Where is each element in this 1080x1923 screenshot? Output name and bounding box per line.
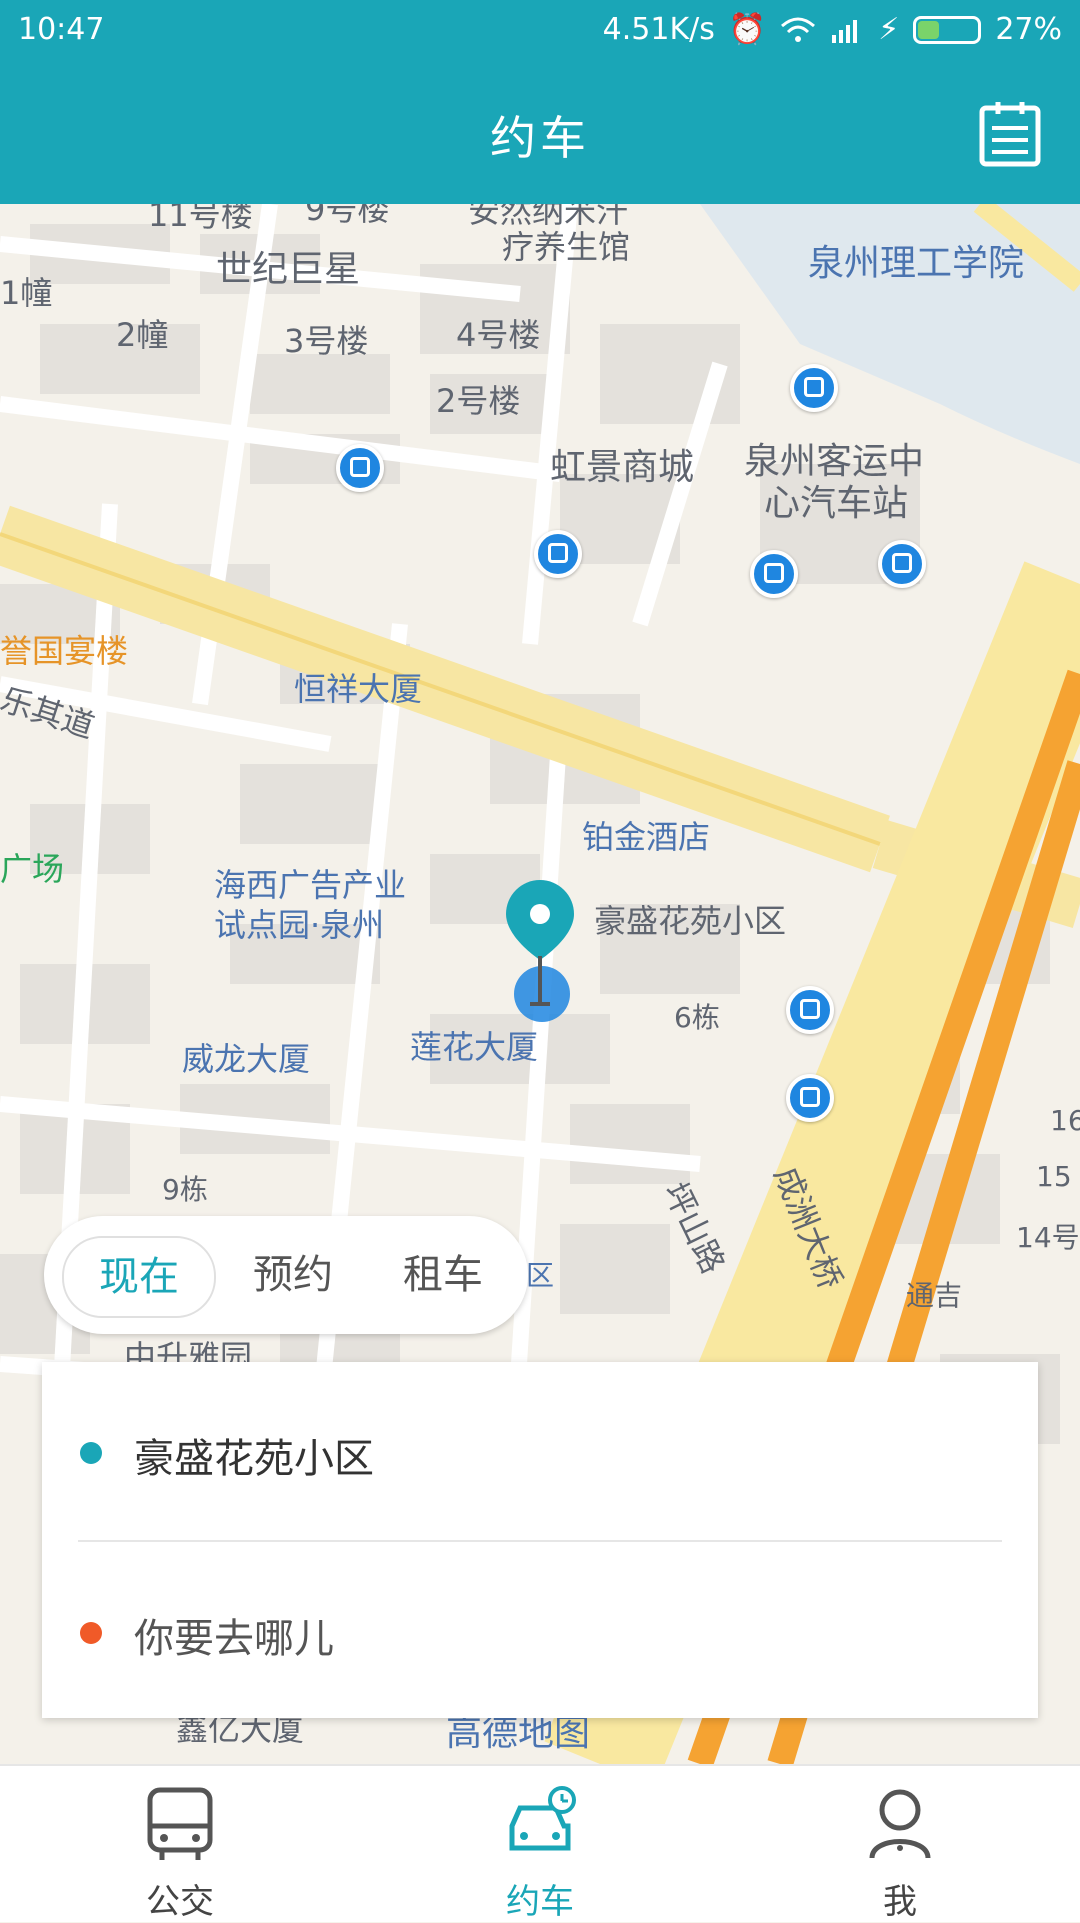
start-location-row[interactable]: 豪盛花苑小区: [42, 1362, 1038, 1538]
map-label: 14号: [1016, 1221, 1080, 1254]
charging-icon: ⚡: [878, 12, 900, 47]
map-label: 铂金酒店: [582, 818, 711, 856]
map-label: 通吉: [906, 1279, 963, 1312]
tab-me-label: 我: [883, 1882, 917, 1922]
bus-stop-icon[interactable]: [750, 550, 798, 598]
map-label: 1幢: [0, 274, 53, 312]
location-pin-icon: [506, 880, 574, 1022]
map-label: 誉国宴楼: [0, 632, 129, 670]
map-label: 虹景商城: [550, 447, 695, 488]
map-label: 广场: [0, 850, 65, 888]
battery-icon: [913, 15, 982, 44]
map-label: 3号楼: [284, 322, 369, 360]
network-speed: 4.51K/s: [602, 12, 715, 47]
tab-ride-label: 约车: [506, 1882, 574, 1922]
alarm-icon: ⏰: [728, 12, 767, 47]
start-location-text: 豪盛花苑小区: [134, 1436, 374, 1482]
map-label: 莲花大厦: [410, 1028, 539, 1066]
tab-ride[interactable]: 约车: [360, 1766, 720, 1922]
map-label: 9栋: [162, 1173, 208, 1206]
map-label: 世纪巨星: [216, 249, 361, 290]
destination-dot-icon: [80, 1622, 102, 1644]
map-label: 4号楼: [456, 316, 541, 354]
battery-percent: 27%: [995, 12, 1062, 47]
ride-mode-tabs: 现在 预约 租车: [44, 1216, 528, 1334]
bus-stop-icon[interactable]: [786, 1074, 834, 1122]
map-label: 2幢: [116, 316, 169, 354]
battery-fill: [918, 20, 940, 39]
bus-stop-icon[interactable]: [534, 530, 582, 578]
bus-stop-icon[interactable]: [878, 540, 926, 588]
bottom-tabbar: 公交 约车 我: [0, 1764, 1080, 1922]
status-time: 10:47: [18, 12, 105, 47]
bus-stop-icon[interactable]: [790, 364, 838, 412]
wifi-icon: [781, 17, 816, 42]
map-label: 6栋: [674, 1001, 720, 1034]
status-right: 4.51K/s ⏰ ⚡ 27%: [603, 12, 1062, 47]
start-dot-icon: [80, 1442, 102, 1464]
bus-icon: [147, 1787, 213, 1860]
destination-row[interactable]: 你要去哪儿: [42, 1542, 1038, 1718]
address-card: 豪盛花苑小区 你要去哪儿: [42, 1362, 1038, 1718]
tab-me[interactable]: 我: [720, 1766, 1080, 1922]
destination-input[interactable]: 你要去哪儿: [134, 1606, 334, 1664]
app-header: 约车: [0, 62, 1080, 204]
map-label: 疗养生馆: [502, 228, 631, 266]
tab-bus-label: 公交: [146, 1882, 214, 1922]
map-label: 试点园·泉州: [214, 906, 385, 944]
car-clock-icon: [509, 1786, 576, 1851]
signal-icon: [832, 19, 858, 43]
tab-rent[interactable]: 租车: [368, 1236, 518, 1314]
bus-stop-icon[interactable]: [786, 986, 834, 1034]
tab-now[interactable]: 现在: [62, 1236, 216, 1318]
map-label: 泉州理工学院: [808, 243, 1025, 284]
map-label: 16: [1050, 1104, 1080, 1137]
tab-bus[interactable]: 公交: [0, 1766, 360, 1922]
tab-reserve[interactable]: 预约: [218, 1236, 368, 1314]
map-label: 15: [1036, 1160, 1072, 1193]
map-label: 豪盛花苑小区: [594, 902, 787, 940]
map-label: 2号楼: [436, 382, 521, 420]
user-icon: [869, 1789, 931, 1859]
map-label: 区: [526, 1259, 555, 1292]
map-label: 9号楼: [305, 204, 390, 228]
map-label: 心汽车站: [764, 483, 909, 524]
page-title: 约车: [490, 111, 590, 165]
map-label: 恒祥大厦: [294, 670, 423, 708]
clipboard-list-icon[interactable]: [978, 100, 1042, 168]
bus-stop-icon[interactable]: [336, 444, 384, 492]
status-bar: 10:47 4.51K/s ⏰ ⚡ 27%: [0, 0, 1080, 62]
map-label: 11号楼: [148, 204, 253, 234]
map-label: 威龙大厦: [182, 1040, 311, 1078]
